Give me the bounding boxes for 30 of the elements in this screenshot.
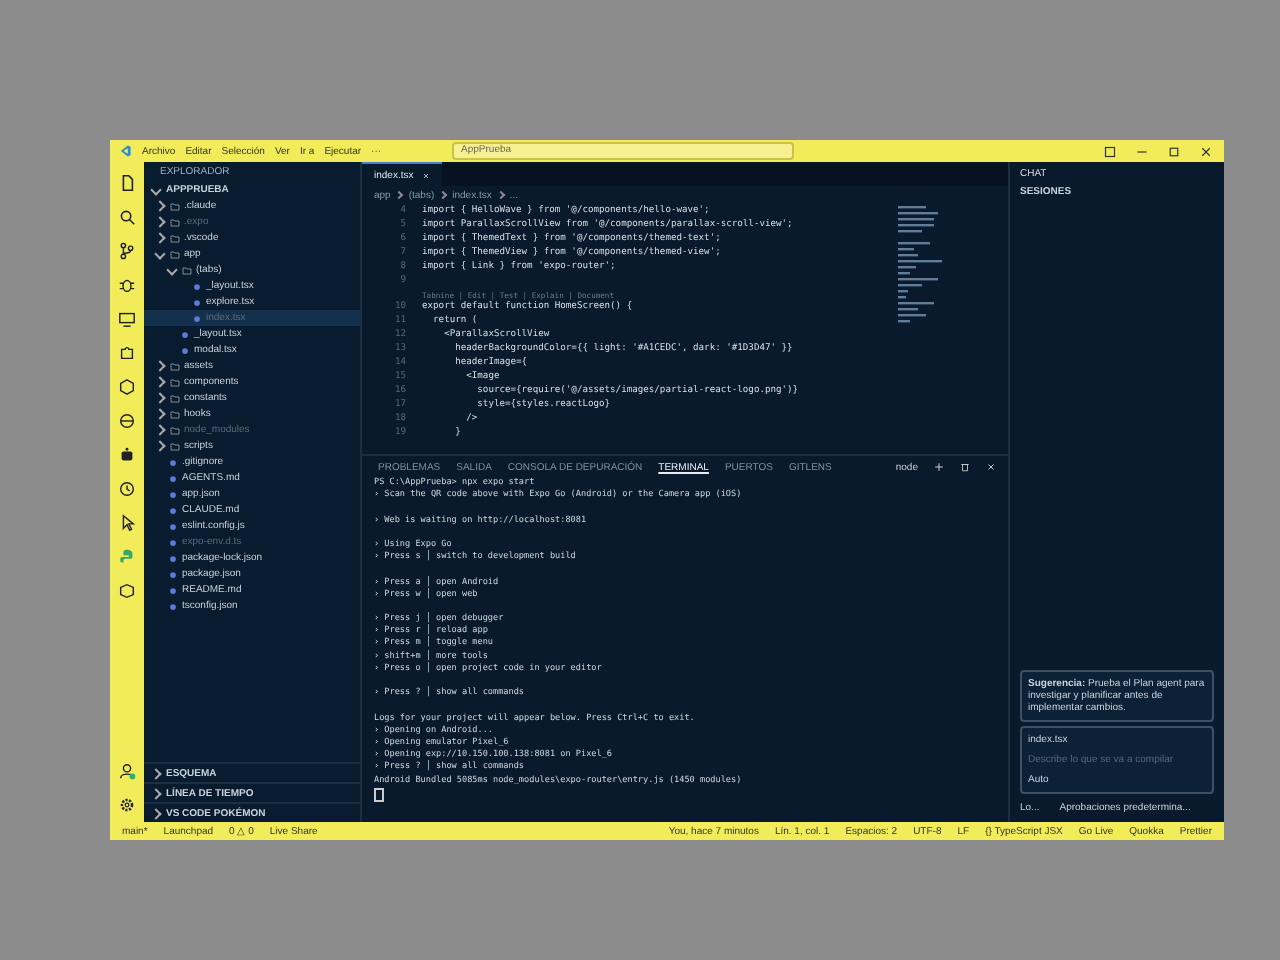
bug-icon[interactable] bbox=[118, 276, 136, 294]
chevron-icon[interactable] bbox=[150, 184, 162, 196]
chevron-icon[interactable] bbox=[154, 440, 166, 452]
plus-icon[interactable] bbox=[934, 462, 944, 472]
chevron-icon[interactable] bbox=[154, 424, 166, 436]
hexagon-icon[interactable] bbox=[118, 378, 136, 396]
branch-icon[interactable] bbox=[118, 242, 136, 260]
trash-icon[interactable] bbox=[960, 462, 970, 472]
chevron-icon[interactable] bbox=[154, 360, 166, 372]
chevron-icon[interactable] bbox=[154, 392, 166, 404]
chevron-icon[interactable] bbox=[154, 376, 166, 388]
chevron-icon[interactable] bbox=[166, 264, 178, 276]
minimize-icon[interactable] bbox=[1136, 145, 1148, 157]
chevron-icon[interactable] bbox=[154, 408, 166, 420]
chevron-icon[interactable] bbox=[154, 200, 166, 212]
account-icon[interactable] bbox=[118, 762, 136, 780]
close-icon[interactable] bbox=[1200, 145, 1212, 157]
monitor-icon[interactable] bbox=[118, 310, 136, 328]
chevron-icon[interactable] bbox=[154, 232, 166, 244]
app-logo-icon bbox=[118, 144, 132, 158]
chevron-icon[interactable] bbox=[154, 216, 166, 228]
layout-icon[interactable] bbox=[1104, 145, 1116, 157]
clock-icon[interactable] bbox=[118, 480, 136, 498]
settings-icon[interactable] bbox=[118, 796, 136, 814]
cursor-icon[interactable] bbox=[118, 514, 136, 532]
terminal-cursor bbox=[374, 787, 384, 802]
search-icon[interactable] bbox=[118, 208, 136, 226]
maximize-icon[interactable] bbox=[1168, 145, 1180, 157]
files-icon[interactable] bbox=[118, 174, 136, 192]
chevron-icon[interactable] bbox=[154, 248, 166, 260]
